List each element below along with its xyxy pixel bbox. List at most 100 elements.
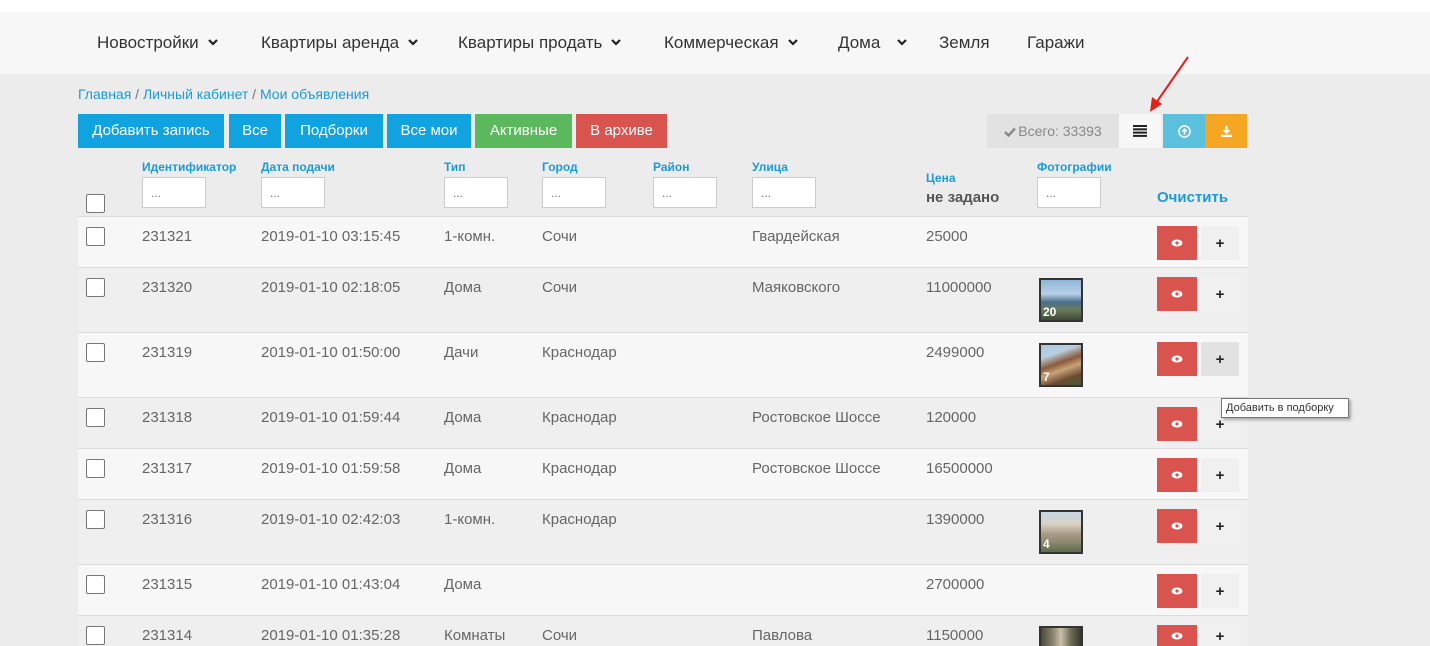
header-city[interactable]: Город: [542, 160, 578, 174]
add-record-button[interactable]: Добавить запись: [78, 114, 224, 148]
filter-photos-input[interactable]: [1037, 177, 1101, 208]
filter-all-button[interactable]: Все: [229, 114, 281, 148]
filter-street-input[interactable]: [752, 177, 816, 208]
download-button[interactable]: [1205, 114, 1247, 148]
filter-date-input[interactable]: [261, 177, 325, 208]
nav-item-label: Дома: [838, 33, 881, 52]
filter-id-input[interactable]: [142, 177, 206, 208]
view-button[interactable]: [1157, 458, 1197, 492]
breadcrumb-sep: /: [131, 86, 143, 102]
row-checkbox[interactable]: [86, 278, 105, 297]
header-date[interactable]: Дата подачи: [261, 160, 335, 174]
select-all-checkbox[interactable]: [86, 194, 105, 213]
view-button[interactable]: [1157, 509, 1197, 543]
all-mine-button[interactable]: Все мои: [387, 114, 471, 148]
cell-date: 2019-01-10 02:42:03: [261, 511, 401, 528]
eye-icon: [1171, 290, 1183, 298]
row-checkbox[interactable]: [86, 575, 105, 594]
add-to-collection-button[interactable]: +: [1201, 625, 1239, 646]
photo-count: 7: [1043, 370, 1050, 384]
header-id[interactable]: Идентификатор: [142, 160, 236, 174]
table-row: 231319 2019-01-10 01:50:00 Дачи Краснода…: [78, 332, 1248, 398]
row-checkbox[interactable]: [86, 408, 105, 427]
table-row: 231320 2019-01-10 02:18:05 Дома Сочи Мая…: [78, 267, 1248, 333]
row-checkbox[interactable]: [86, 343, 105, 362]
nav-item-land[interactable]: Земля: [939, 12, 990, 74]
nav-item-rent[interactable]: Квартиры аренда: [261, 12, 418, 74]
breadcrumb-sep: /: [248, 86, 260, 102]
nav-item-label: Квартиры продать: [458, 33, 603, 52]
add-to-collection-button[interactable]: +: [1201, 458, 1239, 492]
breadcrumb: Главная / Личный кабинет / Мои объявлени…: [78, 86, 369, 102]
view-button[interactable]: [1157, 226, 1197, 260]
cell-date: 2019-01-10 01:43:04: [261, 576, 401, 593]
cell-street: Маяковского: [752, 279, 841, 296]
archive-button[interactable]: В архиве: [576, 114, 667, 148]
cell-type: Дачи: [444, 344, 479, 361]
view-button[interactable]: [1157, 625, 1197, 646]
eye-icon: [1171, 587, 1183, 595]
header-photos[interactable]: Фотографии: [1037, 160, 1112, 174]
price-filter-value[interactable]: не задано: [926, 189, 999, 206]
photo-thumbnail[interactable]: 7: [1039, 343, 1083, 387]
total-count-badge: Всего: 33393: [987, 114, 1119, 148]
cell-price: 25000: [926, 228, 968, 245]
header-type[interactable]: Тип: [444, 160, 466, 174]
nav-item-houses[interactable]: Дома: [838, 12, 908, 74]
clear-filters-button[interactable]: Очистить: [1157, 189, 1228, 206]
photo-thumbnail[interactable]: 20: [1039, 278, 1083, 322]
chevron-down-icon: [611, 38, 622, 46]
photo-thumbnail[interactable]: 4: [1039, 510, 1083, 554]
plus-icon: +: [1215, 627, 1225, 645]
breadcrumb-current[interactable]: Мои объявления: [260, 86, 369, 102]
upload-icon: [1177, 124, 1191, 138]
nav-item-label: Новостройки: [97, 33, 199, 52]
collections-button[interactable]: Подборки: [285, 114, 383, 148]
nav-item-garages[interactable]: Гаражи: [1027, 12, 1084, 74]
cell-price: 120000: [926, 409, 977, 426]
view-button[interactable]: [1157, 574, 1197, 608]
row-checkbox[interactable]: [86, 459, 105, 478]
header-district[interactable]: Район: [653, 160, 689, 174]
breadcrumb-home[interactable]: Главная: [78, 86, 131, 102]
add-to-collection-button[interactable]: +: [1201, 509, 1239, 543]
active-button[interactable]: Активные: [475, 114, 572, 148]
filter-district-input[interactable]: [653, 177, 717, 208]
table-row: 231318 2019-01-10 01:59:44 Дома Краснода…: [78, 397, 1248, 449]
nav-item-sell[interactable]: Квартиры продать: [458, 12, 622, 74]
view-button[interactable]: [1157, 342, 1197, 376]
table-row: 231321 2019-01-10 03:15:45 1-комн. Сочи …: [78, 216, 1248, 268]
add-to-collection-button[interactable]: +: [1201, 342, 1239, 376]
photo-thumbnail[interactable]: [1039, 626, 1083, 646]
cell-id: 231317: [142, 460, 193, 477]
header-street[interactable]: Улица: [752, 160, 788, 174]
photo-count: 20: [1043, 305, 1057, 319]
row-checkbox[interactable]: [86, 510, 105, 529]
header-price[interactable]: Цена: [926, 171, 956, 185]
cell-id: 231318: [142, 409, 193, 426]
view-button[interactable]: [1157, 407, 1197, 441]
eye-icon: [1171, 420, 1183, 428]
filter-city-input[interactable]: [542, 177, 606, 208]
chevron-down-icon: [207, 38, 218, 46]
eye-icon: [1171, 239, 1183, 247]
view-button[interactable]: [1157, 277, 1197, 311]
add-to-collection-button[interactable]: +: [1201, 277, 1239, 311]
filter-type-input[interactable]: [444, 177, 508, 208]
row-checkbox[interactable]: [86, 626, 105, 645]
nav-item-novostroyki[interactable]: Новостройки: [97, 12, 218, 74]
breadcrumb-cabinet[interactable]: Личный кабинет: [143, 86, 248, 102]
cell-street: Гвардейская: [752, 228, 840, 245]
plus-icon: +: [1215, 285, 1225, 303]
tooltip: Добавить в подборку: [1221, 398, 1349, 418]
add-to-collection-button[interactable]: +: [1201, 574, 1239, 608]
row-checkbox[interactable]: [86, 227, 105, 246]
cell-type: Дома: [444, 460, 482, 477]
nav-item-commercial[interactable]: Коммерческая: [664, 12, 798, 74]
table-row: 231317 2019-01-10 01:59:58 Дома Краснода…: [78, 448, 1248, 500]
add-to-collection-button[interactable]: +: [1201, 226, 1239, 260]
eye-icon: [1171, 632, 1183, 640]
cell-street: Ростовское Шоссе: [752, 409, 881, 426]
cell-city: Краснодар: [542, 460, 617, 477]
cell-id: 231316: [142, 511, 193, 528]
